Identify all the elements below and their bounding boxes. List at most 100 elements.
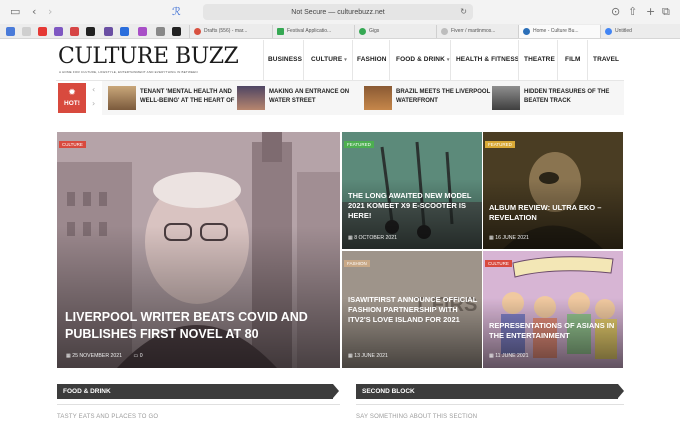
pinned-tab[interactable] [38,27,47,36]
flame-icon: ✹ [68,88,76,98]
site-tagline: A HOME FOR CULTURE, LIFESTYLE, ENTERTAIN… [59,70,198,74]
tab-gigs[interactable]: Gigs [354,25,436,38]
section-divider [57,404,340,405]
chevron-down-icon: ▾ [344,57,347,63]
wordpress-icon [523,28,530,35]
featured-card[interactable]: FEATURED ALBUM REVIEW: ULTRA EKO – REVEL… [483,132,623,249]
pinned-tab[interactable] [104,27,113,36]
gigs-icon [359,28,366,35]
category-badge[interactable]: FEATURED [344,141,374,148]
refresh-icon[interactable]: ↻ [460,7,467,16]
prev-arrow-icon[interactable]: ‹ [92,85,95,94]
nav-divider [587,40,588,80]
trending-title[interactable]: HIDDEN TREASURES OF THE BEATEN TRACK [524,88,620,107]
tabs-overview-icon[interactable]: ⧉ [662,5,670,19]
thumbnail [364,86,392,110]
calendar-icon: ▦ [66,353,71,359]
featured-grid: CULTURE LIVERPOOL WRITER BEATS COVID AND… [56,131,624,369]
article-title[interactable]: THE LONG AWAITED NEW MODEL 2021 KOMEET X… [348,191,478,221]
download-icon[interactable]: ⊙ [611,5,620,19]
nav-item-culture[interactable]: CULTURE ▾ [311,56,347,63]
trending-title[interactable]: MAKING AN ENTRANCE ON WATER STREET [269,88,361,107]
nav-item-travel[interactable]: TRAVEL [593,56,621,63]
trending-item[interactable]: MAKING AN ENTRANCE ON WATER STREET [237,84,365,112]
share-icon[interactable]: ⇧ [628,5,637,19]
pinned-tab[interactable] [70,27,79,36]
section-header-food-drink: FOOD & DRINK [57,384,339,399]
pinned-tab[interactable] [172,27,181,36]
section-header-second-block: SECOND BLOCK [356,384,624,399]
trending-item[interactable]: BRAZIL MEETS THE LIVERPOOL WATERFRONT [364,84,492,112]
article-title[interactable]: ISAWITFIRST ANNOUNCE OFFICIAL FASHION PA… [348,295,478,325]
next-arrow-icon[interactable]: › [92,99,95,108]
calendar-icon: ▦ [489,353,494,359]
category-badge[interactable]: FASHION [344,260,370,267]
site-logo[interactable]: CULTURE BUZZ [58,46,239,68]
calendar-icon: ▦ [348,235,353,241]
tab-label: Drafts (556) - mar... [204,28,248,34]
tab-label: Gigs [369,28,380,34]
nav-divider [389,40,390,80]
pinned-tab[interactable] [120,27,129,36]
tab-festival[interactable]: Festival Applicatio... [272,25,354,38]
article-meta: ▦ 8 OCTOBER 2021 [348,235,398,241]
featured-card-main[interactable]: CULTURE LIVERPOOL WRITER BEATS COVID AND… [57,132,340,368]
nav-item-theatre[interactable]: THEATRE [524,56,557,63]
pinned-tab[interactable] [156,27,165,36]
article-title[interactable]: LIVERPOOL WRITER BEATS COVID AND PUBLISH… [65,309,330,342]
new-tab-icon[interactable]: + [646,5,655,19]
nav-item-business[interactable]: BUSINESS [268,56,304,63]
overlay [57,226,340,368]
gmail-icon [194,28,201,35]
featured-card[interactable]: CULTURE REPRESENTATIONS OF ASIANS IN THE… [483,251,623,368]
article-title[interactable]: ALBUM REVIEW: ULTRA EKO – REVELATION [489,203,619,223]
tab-label: Home - Culture Bu... [533,28,579,34]
pinned-tab[interactable] [54,27,63,36]
nav-divider [450,40,451,80]
site-header: CULTURE BUZZ A HOME FOR CULTURE, LIFESTY… [56,40,624,80]
trending-item[interactable]: TENANT 'MENTAL HEALTH AND WELL-BEING' AT… [108,84,236,112]
calendar-icon: ▦ [348,353,353,359]
featured-card[interactable]: T FIRS FASHION ISAWITFIRST ANNOUNCE OFFI… [342,251,482,368]
article-meta: ▦ 25 NOVEMBER 2021 ▭ 0 [66,353,143,359]
pinned-tab[interactable] [6,27,15,36]
section-title: FOOD & DRINK [63,388,111,395]
nav-divider [352,40,353,80]
nav-item-fashion[interactable]: FASHION [357,56,389,63]
thumbnail [108,86,136,110]
section-divider [356,404,624,405]
pinned-tab[interactable] [138,27,147,36]
comment-icon: ▭ [133,353,139,359]
trending-bar: ✹ HOT! ‹ › TENANT 'MENTAL HEALTH AND WEL… [56,81,624,115]
extension-icon[interactable]: ℛ [172,5,181,19]
tab-culture-buzz[interactable]: Home - Culture Bu... [518,25,600,38]
pinned-tab[interactable] [22,27,31,36]
nav-item-film[interactable]: FILM [565,56,583,63]
sheets-icon [277,28,284,35]
nav-item-health-fitness[interactable]: HEALTH & FITNESS [456,56,521,63]
featured-card[interactable]: FEATURED THE LONG AWAITED NEW MODEL 2021… [342,132,482,249]
article-title[interactable]: REPRESENTATIONS OF ASIANS IN THE ENTERTA… [489,321,619,341]
back-icon[interactable]: ‹ [32,5,36,19]
nav-divider [557,40,558,80]
hot-label: HOT! [64,100,80,107]
category-badge[interactable]: CULTURE [485,260,512,267]
forward-icon[interactable]: › [48,5,52,19]
nav-divider [518,40,519,80]
tab-untitled[interactable]: Untitled [600,25,680,38]
section-subtitle: TASTY EATS AND PLACES TO GO [57,414,159,420]
tab-drafts[interactable]: Drafts (556) - mar... [189,25,272,38]
address-bar[interactable]: Not Secure — culturebuzz.net ↻ [203,4,473,20]
tab-fiverr[interactable]: Fiverr / martinmos... [436,25,518,38]
trending-item[interactable]: HIDDEN TREASURES OF THE BEATEN TRACK [492,84,620,112]
sidebar-icon[interactable]: ▭ [10,5,20,19]
trending-title[interactable]: TENANT 'MENTAL HEALTH AND WELL-BEING' AT… [140,88,236,107]
category-badge[interactable]: FEATURED [485,141,515,148]
trending-title[interactable]: BRAZIL MEETS THE LIVERPOOL WATERFRONT [396,88,492,107]
pinned-tab[interactable] [86,27,95,36]
nav-item-food-drink[interactable]: FOOD & DRINK ▾ [396,56,450,63]
article-meta: ▦ 13 JUNE 2021 [348,353,388,359]
category-badge[interactable]: CULTURE [59,141,86,148]
article-meta: ▦ 11 JUNE 2021 [489,353,529,359]
nav-divider [263,40,264,80]
